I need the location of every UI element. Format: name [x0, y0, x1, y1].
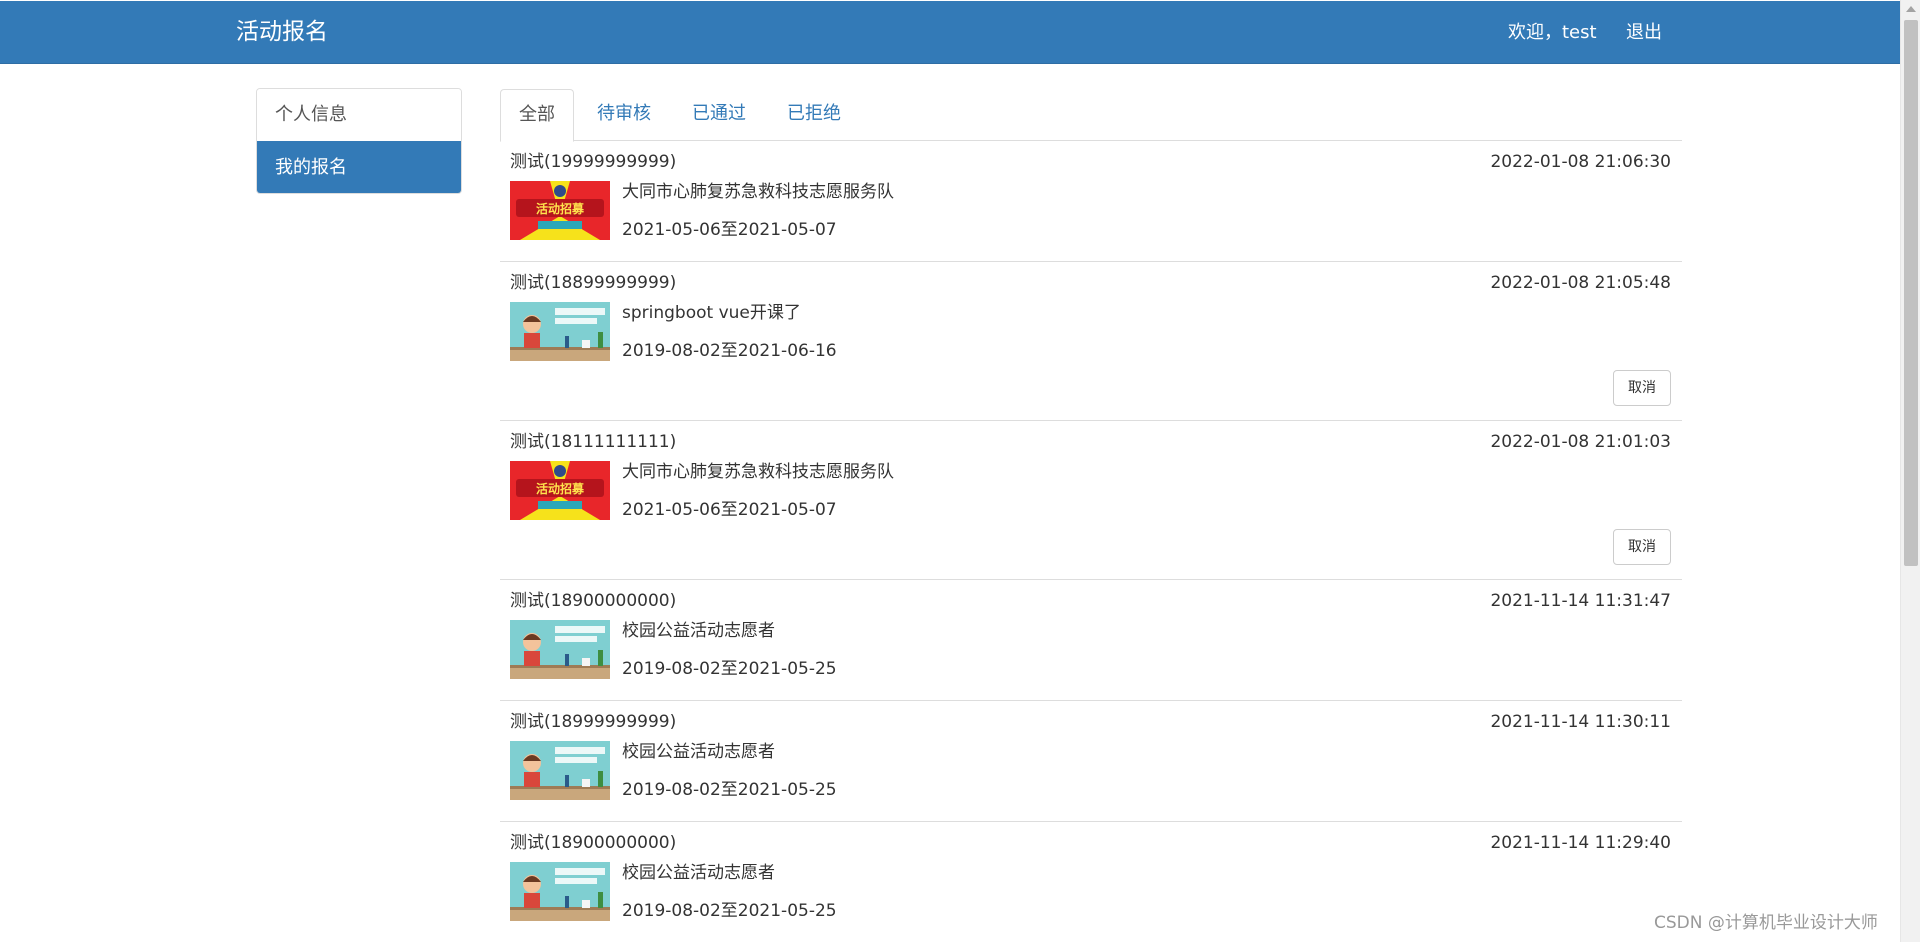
activity-dates: 2021-05-06至2021-05-07: [622, 220, 837, 240]
sidebar-item-profile[interactable]: 个人信息: [257, 89, 461, 141]
activity-title[interactable]: 大同市心肺复苏急救科技志愿服务队: [622, 181, 894, 203]
sidebar-item-my-registrations[interactable]: 我的报名: [257, 141, 461, 193]
tab-approved[interactable]: 已通过: [674, 89, 764, 141]
cancel-registration-button[interactable]: 取消: [1613, 370, 1671, 406]
registrant-name: 测试(18999999999): [510, 712, 677, 732]
registration-time: 2021-11-14 11:31:47: [1490, 591, 1671, 611]
cancel-registration-button[interactable]: 取消: [1613, 529, 1671, 565]
welcome-text: 欢迎，test: [1508, 22, 1597, 43]
registrant-name: 测试(19999999999): [510, 152, 677, 172]
activity-dates: 2019-08-02至2021-06-16: [622, 341, 837, 361]
watermark: CSDN @计算机毕业设计大师: [1654, 913, 1878, 933]
activity-banner-thumbnail[interactable]: 活动招募: [510, 181, 610, 240]
top-navbar: 活动报名 欢迎，test 退出: [0, 1, 1900, 64]
activity-title[interactable]: 校园公益活动志愿者: [622, 620, 775, 642]
registration-time: 2022-01-08 21:05:48: [1490, 273, 1671, 293]
activity-title[interactable]: 校园公益活动志愿者: [622, 862, 775, 884]
activity-dates: 2019-08-02至2021-05-25: [622, 659, 837, 679]
activity-dates: 2019-08-02至2021-05-25: [622, 901, 837, 921]
brand-title[interactable]: 活动报名: [236, 17, 328, 47]
registration-time: 2022-01-08 21:01:03: [1490, 432, 1671, 452]
activity-dates: 2021-05-06至2021-05-07: [622, 500, 837, 520]
sidebar-menu: 个人信息 我的报名: [256, 88, 462, 194]
activity-title[interactable]: 大同市心肺复苏急救科技志愿服务队: [622, 461, 894, 483]
activity-classroom-thumbnail[interactable]: [510, 620, 610, 679]
registrant-name: 测试(18900000000): [510, 833, 677, 853]
tab-all[interactable]: 全部: [500, 89, 574, 142]
activity-classroom-thumbnail[interactable]: [510, 302, 610, 361]
registration-item: 测试(18111111111) 2022-01-08 21:01:03 活动招募…: [500, 421, 1682, 580]
tab-pending[interactable]: 待审核: [579, 89, 669, 141]
registration-time: 2021-11-14 11:30:11: [1490, 712, 1671, 732]
registration-item: 测试(18999999999) 2021-11-14 11:30:11 校园公益…: [500, 701, 1682, 822]
logout-link[interactable]: 退出: [1626, 21, 1662, 45]
registration-time: 2021-11-14 11:29:40: [1490, 833, 1671, 853]
page: 活动报名 欢迎，test 退出 个人信息 我的报名 全部 待审核 已通过 已拒绝…: [0, 0, 1920, 942]
registration-item: 测试(18899999999) 2022-01-08 21:05:48 spri…: [500, 262, 1682, 421]
registration-item: 测试(19999999999) 2022-01-08 21:06:30 活动招募…: [500, 141, 1682, 262]
svg-text:活动招募: 活动招募: [536, 201, 585, 216]
tab-rejected[interactable]: 已拒绝: [769, 89, 859, 141]
activity-classroom-thumbnail[interactable]: [510, 741, 610, 800]
registrant-name: 测试(18111111111): [510, 432, 677, 452]
registration-item: 测试(18900000000) 2021-11-14 11:31:47 校园公益…: [500, 580, 1682, 701]
activity-title[interactable]: 校园公益活动志愿者: [622, 741, 775, 763]
status-tabs: 全部 待审核 已通过 已拒绝: [500, 89, 1682, 142]
scroll-up-icon[interactable]: [1906, 6, 1916, 12]
registration-list: 测试(19999999999) 2022-01-08 21:06:30 活动招募…: [500, 141, 1682, 942]
registration-item: 测试(18900000000) 2021-11-14 11:29:40 校园公益…: [500, 822, 1682, 942]
svg-text:活动招募: 活动招募: [536, 481, 585, 496]
scroll-thumb[interactable]: [1904, 20, 1918, 566]
activity-dates: 2019-08-02至2021-05-25: [622, 780, 837, 800]
registration-time: 2022-01-08 21:06:30: [1490, 152, 1671, 172]
registrant-name: 测试(18900000000): [510, 591, 677, 611]
page-scrollbar[interactable]: [1900, 0, 1920, 942]
registrant-name: 测试(18899999999): [510, 273, 677, 293]
activity-classroom-thumbnail[interactable]: [510, 862, 610, 921]
activity-title[interactable]: springboot vue开课了: [622, 302, 801, 324]
activity-banner-thumbnail[interactable]: 活动招募: [510, 461, 610, 520]
